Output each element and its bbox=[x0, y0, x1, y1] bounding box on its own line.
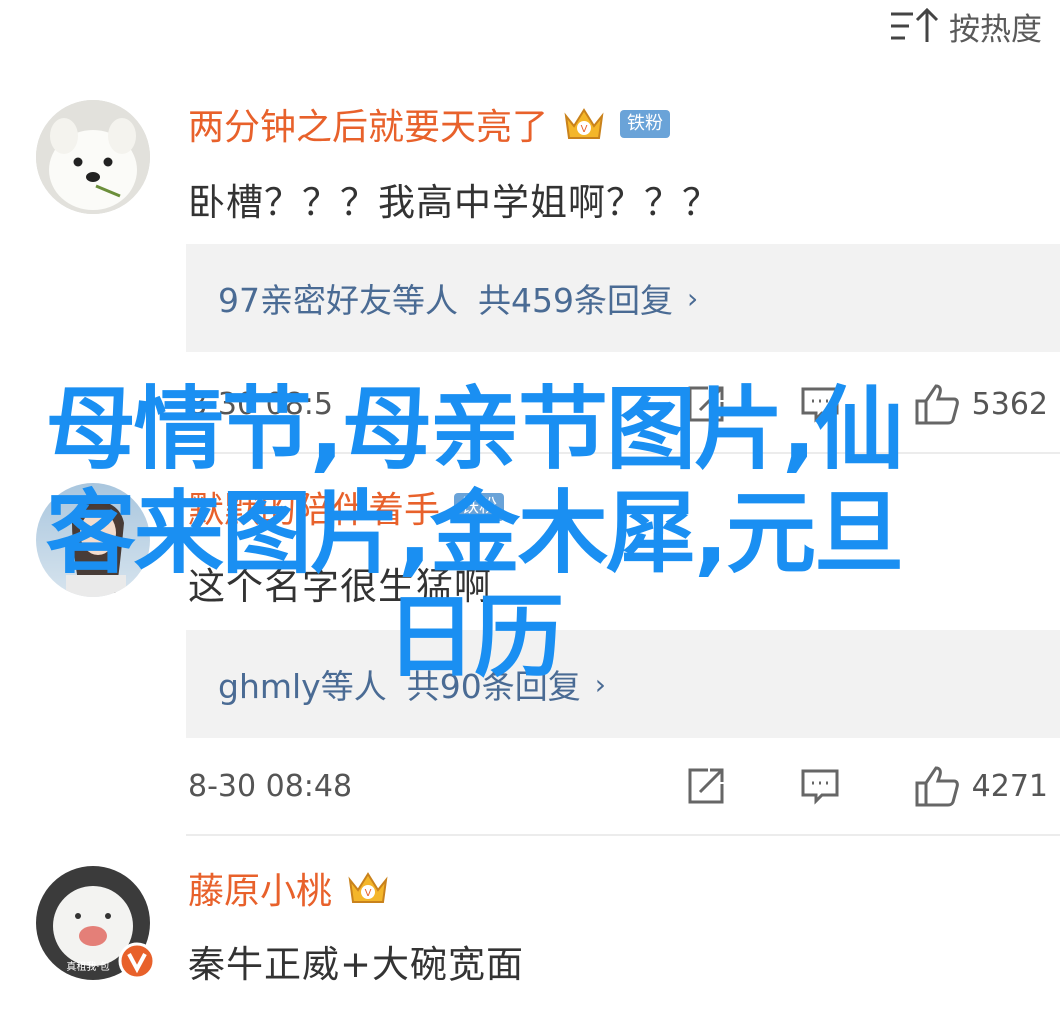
repost-button[interactable] bbox=[686, 766, 726, 806]
avatar[interactable]: 真租我·包 bbox=[36, 866, 156, 980]
comment-actions: 4271 bbox=[686, 762, 1048, 810]
like-button[interactable]: 4271 bbox=[914, 765, 1048, 807]
username-row: 两分钟之后就要天亮了 V 铁粉 bbox=[188, 98, 671, 150]
comment-meta: 8-30 08:48 4271 bbox=[188, 762, 1048, 810]
sort-icon bbox=[891, 7, 939, 42]
comment-text: 秦牛正威+大碗宽面 bbox=[188, 943, 525, 986]
reply-count: 共459条回复 bbox=[478, 281, 673, 320]
chevron-right-icon: › bbox=[687, 281, 699, 315]
sort-label: 按热度 bbox=[949, 11, 1042, 48]
overlay-headline: 母情节,母亲节图片,仙客来图片,金木犀,元旦日历 bbox=[45, 377, 904, 690]
reply-names: 97亲密好友等人 bbox=[218, 281, 458, 320]
dog-avatar-image bbox=[36, 100, 150, 214]
reply-summary-link[interactable]: 97亲密好友等人 共459条回复 › bbox=[186, 244, 1060, 352]
comment-icon bbox=[801, 769, 839, 805]
username-row: 藤原小桃 V bbox=[188, 864, 390, 912]
username[interactable]: 两分钟之后就要天亮了 bbox=[188, 98, 548, 150]
avatar-caption: 真租我·包 bbox=[66, 960, 109, 973]
comment-text: 卧槽？？？我高中学姐啊？？？ bbox=[188, 181, 720, 224]
like-count: 5362 bbox=[971, 386, 1048, 422]
sort-by-popularity-button[interactable]: 按热度 bbox=[889, 4, 1042, 48]
comment-time: 8-30 08:48 bbox=[188, 768, 353, 804]
comment-page: 按热度 两分钟之后就要天亮了 V 铁粉 卧槽？？？我高中学姐啊？？？ 97亲密好… bbox=[0, 0, 1060, 1015]
svg-text:V: V bbox=[581, 124, 588, 135]
avatar[interactable] bbox=[36, 100, 150, 214]
thumbs-up-icon bbox=[915, 766, 959, 807]
comment-button[interactable] bbox=[800, 766, 840, 806]
username[interactable]: 藤原小桃 bbox=[188, 862, 332, 914]
like-count: 4271 bbox=[971, 768, 1048, 804]
verified-badge-icon bbox=[118, 942, 156, 980]
crown-vip-icon: V bbox=[564, 108, 604, 139]
divider bbox=[186, 834, 1060, 836]
crown-vip-icon: V bbox=[348, 872, 388, 903]
iron-fan-badge: 铁粉 bbox=[620, 110, 671, 138]
svg-text:V: V bbox=[365, 888, 372, 899]
repost-icon bbox=[688, 768, 724, 804]
